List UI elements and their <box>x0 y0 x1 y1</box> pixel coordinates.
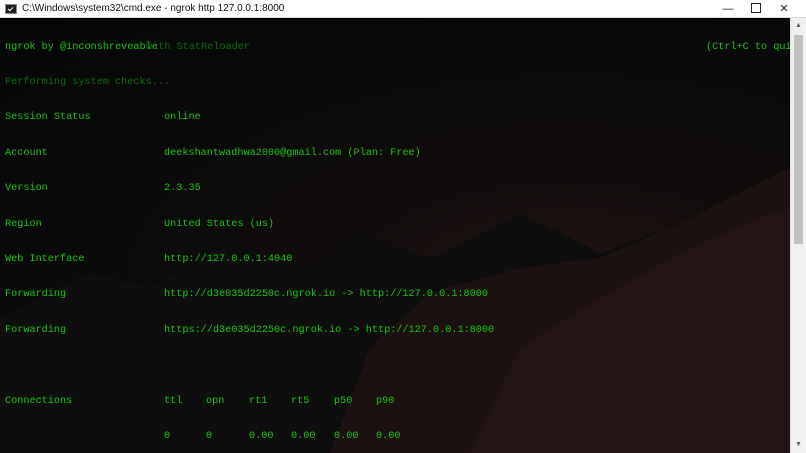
conn-value-rt5: 0.00 <box>291 430 316 442</box>
conn-value-p50: 0.00 <box>334 430 359 442</box>
status-row: Forwarding http://d3e035d2250c.ngrok.io … <box>5 289 488 301</box>
conn-col-p90: p90 <box>376 395 395 407</box>
vertical-scrollbar[interactable]: ▲ ▼ <box>790 18 806 453</box>
status-row: Account deekshantwadhwa2000@gmail.com (P… <box>5 148 421 160</box>
conn-col-opn: opn <box>206 395 225 407</box>
close-button[interactable]: ✕ <box>770 0 798 18</box>
conn-value-p90: 0.00 <box>376 430 401 442</box>
conn-col-ttl: ttl <box>164 395 183 407</box>
console-area[interactable]: ngrok by @inconshreveable with StatReloa… <box>0 18 790 453</box>
status-label: Session Status <box>5 112 91 124</box>
window-title-bar[interactable]: C:\Windows\system32\cmd.exe - ngrok http… <box>0 0 806 18</box>
status-row: Region United States (us) <box>5 218 274 231</box>
status-row: Web Interface http://127.0.0.1:4040 <box>5 254 292 266</box>
maximize-icon <box>751 3 761 14</box>
status-row: Session Status online <box>5 112 201 124</box>
status-label: Forwarding <box>5 324 67 336</box>
forwarding-https-url[interactable]: https://d3e035d2250c.ngrok.io -> http://… <box>164 325 494 337</box>
web-interface-url[interactable]: http://127.0.0.1:4040 <box>164 254 292 266</box>
scroll-up-icon: ▲ <box>795 22 802 29</box>
connections-label: Connections <box>5 395 73 407</box>
conn-col-rt1: rt1 <box>249 395 268 407</box>
header-brand: ngrok by @inconshreveable <box>5 41 158 53</box>
conn-col-rt5: rt5 <box>291 395 310 407</box>
cmd-app-icon[interactable] <box>5 4 17 14</box>
conn-value-ttl: 0 <box>164 430 171 442</box>
status-value: deekshantwadhwa2000@gmail.com (Plan: Fre… <box>164 147 421 159</box>
close-icon: ✕ <box>779 3 789 15</box>
conn-value-rt1: 0.00 <box>249 430 274 442</box>
connections-header-row: Connections ttl opn rt1 rt5 p50 p90 <box>5 396 394 408</box>
status-label: Region <box>5 218 42 230</box>
quit-hint: (Ctrl+C to quit) <box>706 41 790 53</box>
minimize-button[interactable]: — <box>714 0 742 18</box>
status-label: Web Interface <box>5 253 85 265</box>
conn-col-p50: p50 <box>334 395 353 407</box>
status-value: 2.3.35 <box>164 183 201 195</box>
status-row: Forwarding https://d3e035d2250c.ngrok.io… <box>5 325 494 337</box>
scroll-up-button[interactable]: ▲ <box>791 18 806 34</box>
status-label: Forwarding <box>5 289 67 301</box>
status-row: Version 2.3.35 <box>5 183 201 195</box>
status-value: online <box>164 112 201 124</box>
system-check-text: Performing system checks... <box>5 76 171 88</box>
conn-value-opn: 0 <box>206 430 213 442</box>
scroll-down-button[interactable]: ▼ <box>791 437 806 453</box>
terminal-output: ngrok by @inconshreveable with StatReloa… <box>5 18 790 453</box>
minimize-icon: — <box>722 3 734 15</box>
status-label: Account <box>5 147 48 159</box>
scrollbar-thumb[interactable] <box>794 35 803 244</box>
header-subtitle: with StatReloader <box>146 41 250 53</box>
status-value: United States (us) <box>164 218 275 230</box>
scroll-down-icon: ▼ <box>795 441 802 448</box>
status-label: Version <box>5 183 48 195</box>
window-title: C:\Windows\system32\cmd.exe - ngrok http… <box>22 3 285 14</box>
terminal-header-line: ngrok by @inconshreveable with StatReloa… <box>5 42 790 54</box>
maximize-button[interactable] <box>742 0 770 18</box>
forwarding-http-url[interactable]: http://d3e035d2250c.ngrok.io -> http://1… <box>164 289 488 301</box>
connections-values-row: 0 0 0.00 0.00 0.00 0.00 <box>5 431 400 443</box>
scrollbar-track[interactable] <box>794 35 803 436</box>
system-check-line: Performing system checks... <box>5 77 170 89</box>
